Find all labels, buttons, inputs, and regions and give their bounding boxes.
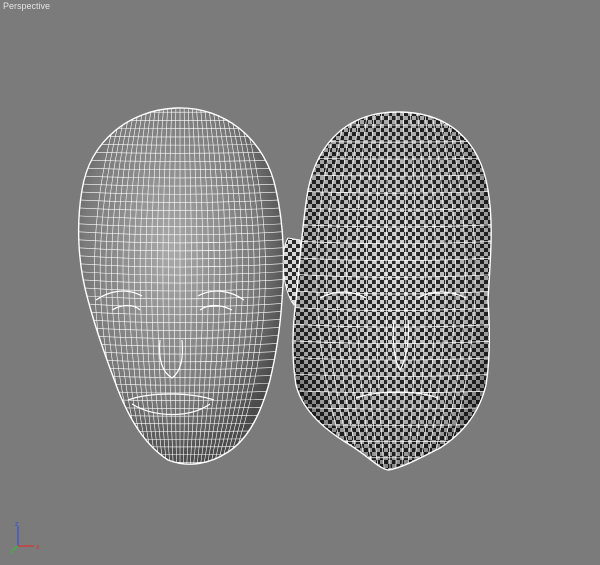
axis-gizmo: z x y (10, 521, 40, 554)
axis-x-label: x (36, 544, 40, 551)
axis-z-label: z (15, 521, 19, 528)
viewport-scene (70, 104, 498, 474)
wireframe-head[interactable] (70, 104, 290, 470)
axis-y-label: y (10, 549, 14, 554)
checker-shaded-head[interactable] (282, 108, 498, 474)
perspective-viewport[interactable]: Perspective z x y (0, 0, 600, 565)
